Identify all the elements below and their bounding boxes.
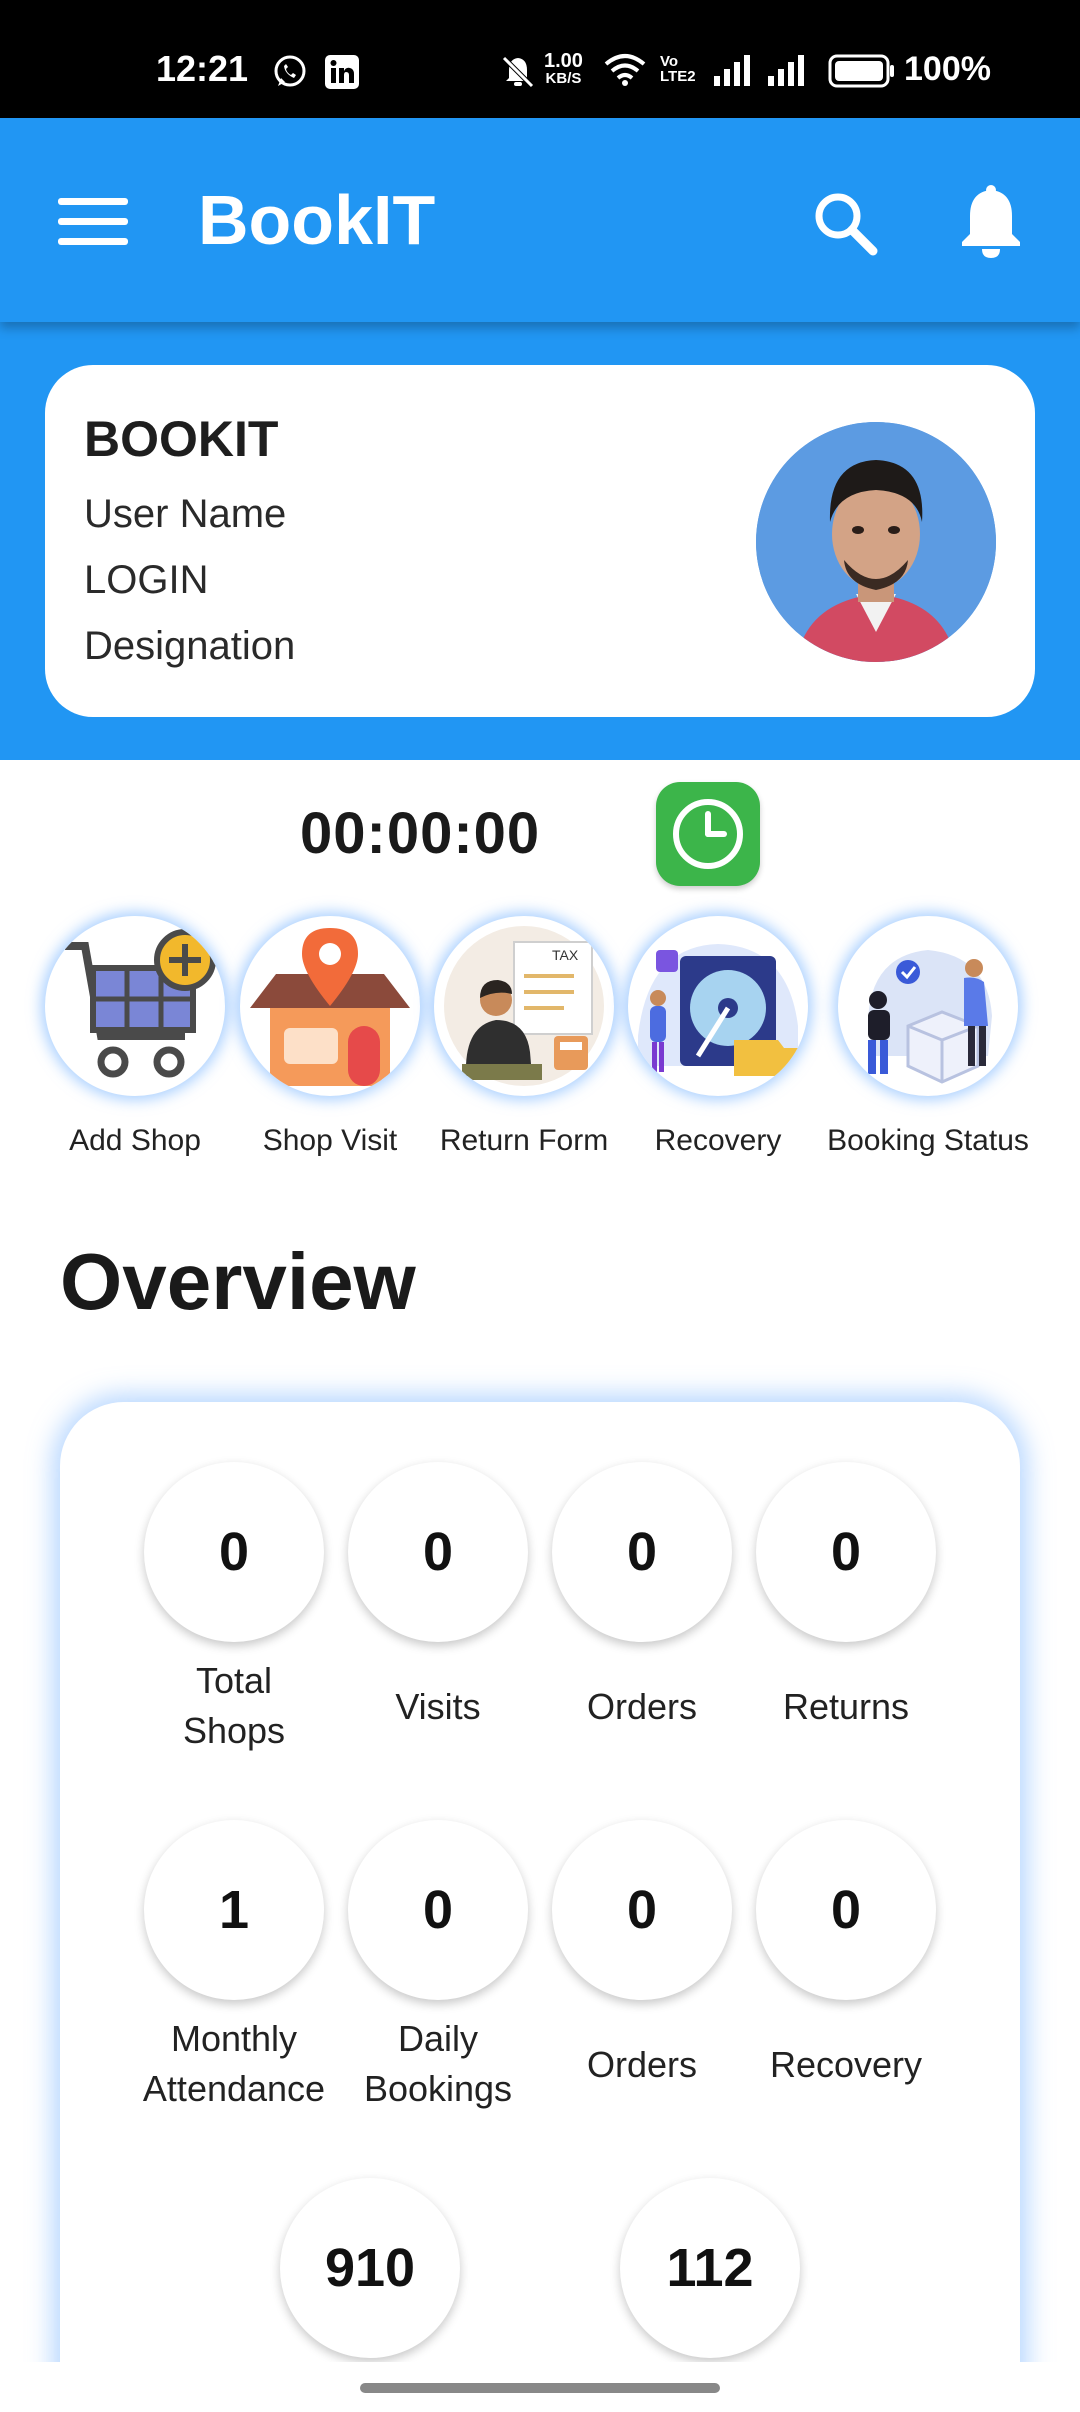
stat-orders[interactable]: 0 Orders <box>552 1462 732 1727</box>
stat-total-shops[interactable]: 0 Total Shops <box>144 1462 324 1751</box>
search-icon[interactable] <box>812 190 878 256</box>
stat-orders-monthly[interactable]: 0 Orders <box>552 1820 732 2085</box>
stat-value-910[interactable]: 910 <box>280 2178 460 2358</box>
battery-percent: 100% <box>904 50 991 88</box>
signal-icon <box>714 55 750 86</box>
stat-value: 910 <box>280 2178 460 2358</box>
home-gesture-handle[interactable] <box>360 2383 720 2393</box>
quick-action-add-shop[interactable]: Add Shop <box>45 916 225 1157</box>
stat-visits[interactable]: 0 Visits <box>348 1462 528 1727</box>
stat-value: 0 <box>756 1820 936 2000</box>
stat-value-112[interactable]: 112 <box>620 2178 800 2358</box>
user-photo <box>756 422 996 662</box>
stat-value: 0 <box>552 1820 732 2000</box>
menu-icon[interactable] <box>58 198 128 246</box>
battery-icon <box>828 54 894 88</box>
bell-icon[interactable] <box>958 184 1024 258</box>
whatsapp-icon <box>274 55 306 87</box>
status-time: 12:21 <box>156 48 249 89</box>
booking-status-icon[interactable] <box>838 916 1018 1096</box>
quick-action-booking-status[interactable]: Booking Status <box>827 916 1029 1157</box>
wifi-icon <box>604 54 646 86</box>
svg-text:TAX: TAX <box>552 947 579 963</box>
app-title: BookIT <box>198 181 436 259</box>
shop-visit-icon[interactable] <box>240 916 420 1096</box>
stat-label: Recovery <box>769 2044 923 2085</box>
stat-value: 112 <box>620 2178 800 2358</box>
volte-icon: Vo LTE2 <box>660 53 696 85</box>
return-form-icon[interactable]: TAX <box>434 916 614 1096</box>
quick-action-recovery[interactable]: Recovery <box>628 916 808 1157</box>
company-name: BOOKIT <box>84 411 279 467</box>
net-speed: 1.00 KB/S <box>544 50 583 87</box>
stat-daily-bookings[interactable]: 0 Daily Bookings <box>348 1820 528 2109</box>
stat-recovery[interactable]: 0 Recovery <box>756 1820 936 2085</box>
user-name: User Name <box>84 492 287 536</box>
stat-monthly-attendance[interactable]: 1 Monthly Attendance <box>143 1820 325 2109</box>
linkedin-icon <box>325 55 359 89</box>
status-bar: 12:21 1.00 KB/S Vo LTE2 100% <box>0 0 1080 118</box>
quick-action-label: Booking Status <box>827 1124 1029 1157</box>
stat-value: 0 <box>144 1462 324 1642</box>
add-shop-icon[interactable] <box>45 916 225 1096</box>
stat-value: 0 <box>348 1462 528 1642</box>
avatar[interactable] <box>756 422 996 662</box>
clock-button[interactable] <box>656 782 760 886</box>
quick-action-return-form[interactable]: TAX Return Form <box>434 916 614 1157</box>
mute-icon <box>502 56 534 88</box>
clock-icon <box>673 799 743 869</box>
stat-label: Returns <box>782 1686 910 1727</box>
recovery-icon[interactable] <box>628 916 808 1096</box>
app-bar: BookIT <box>0 118 1080 322</box>
stat-value: 0 <box>348 1820 528 2000</box>
designation-label: Designation <box>84 624 296 668</box>
stat-value: 0 <box>552 1462 732 1642</box>
quick-action-shop-visit[interactable]: Shop Visit <box>240 916 420 1157</box>
stat-value: 1 <box>144 1820 324 2000</box>
login-label: LOGIN <box>84 558 209 602</box>
timer-display: 00:00:00 <box>300 801 541 866</box>
stat-returns[interactable]: 0 Returns <box>756 1462 936 1727</box>
overview-title: Overview <box>60 1237 416 1326</box>
stat-value: 0 <box>756 1462 936 1642</box>
signal-icon <box>768 55 804 86</box>
